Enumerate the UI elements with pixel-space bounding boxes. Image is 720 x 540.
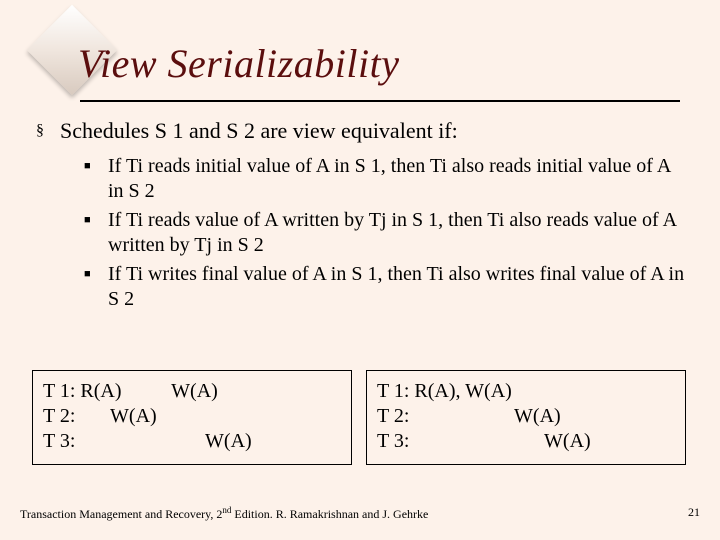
slide-footer: Transaction Management and Recovery, 2nd…: [20, 505, 700, 522]
main-bullet-text: Schedules S 1 and S 2 are view equivalen…: [60, 118, 458, 144]
schedule-row: T 1: R(A) W(A): [43, 379, 341, 404]
section-bullet-icon: §: [36, 118, 60, 144]
schedule-row: T 3: W(A): [377, 429, 675, 454]
title-underline: [80, 100, 680, 102]
sub-bullet-text: If Ti writes final value of A in S 1, th…: [108, 262, 686, 312]
sub-bullet-list: ■ If Ti reads initial value of A in S 1,…: [84, 154, 686, 312]
schedule-row: T 3: W(A): [43, 429, 341, 454]
sub-bullet: ■ If Ti writes final value of A in S 1, …: [84, 262, 686, 312]
schedule-boxes: T 1: R(A) W(A) T 2: W(A) T 3: W(A) T 1: …: [32, 370, 686, 465]
sub-bullet-text: If Ti reads value of A written by Tj in …: [108, 208, 686, 258]
sub-bullet: ■ If Ti reads value of A written by Tj i…: [84, 208, 686, 258]
main-bullet: § Schedules S 1 and S 2 are view equival…: [36, 118, 686, 144]
footer-citation: Transaction Management and Recovery, 2nd…: [20, 505, 428, 522]
square-bullet-icon: ■: [84, 262, 108, 312]
slide-title: View Serializability: [78, 40, 399, 87]
schedule-row: T 2: W(A): [377, 404, 675, 429]
schedule-row: T 2: W(A): [43, 404, 341, 429]
sub-bullet-text: If Ti reads initial value of A in S 1, t…: [108, 154, 686, 204]
square-bullet-icon: ■: [84, 208, 108, 258]
page-number: 21: [688, 505, 700, 522]
schedule-box-s2: T 1: R(A), W(A) T 2: W(A) T 3: W(A): [366, 370, 686, 465]
footer-text-b: Edition. R. Ramakrishnan and J. Gehrke: [231, 507, 428, 521]
sub-bullet: ■ If Ti reads initial value of A in S 1,…: [84, 154, 686, 204]
square-bullet-icon: ■: [84, 154, 108, 204]
slide-body: § Schedules S 1 and S 2 are view equival…: [36, 118, 686, 316]
footer-text-a: Transaction Management and Recovery, 2: [20, 507, 222, 521]
schedule-row: T 1: R(A), W(A): [377, 379, 675, 404]
schedule-box-s1: T 1: R(A) W(A) T 2: W(A) T 3: W(A): [32, 370, 352, 465]
